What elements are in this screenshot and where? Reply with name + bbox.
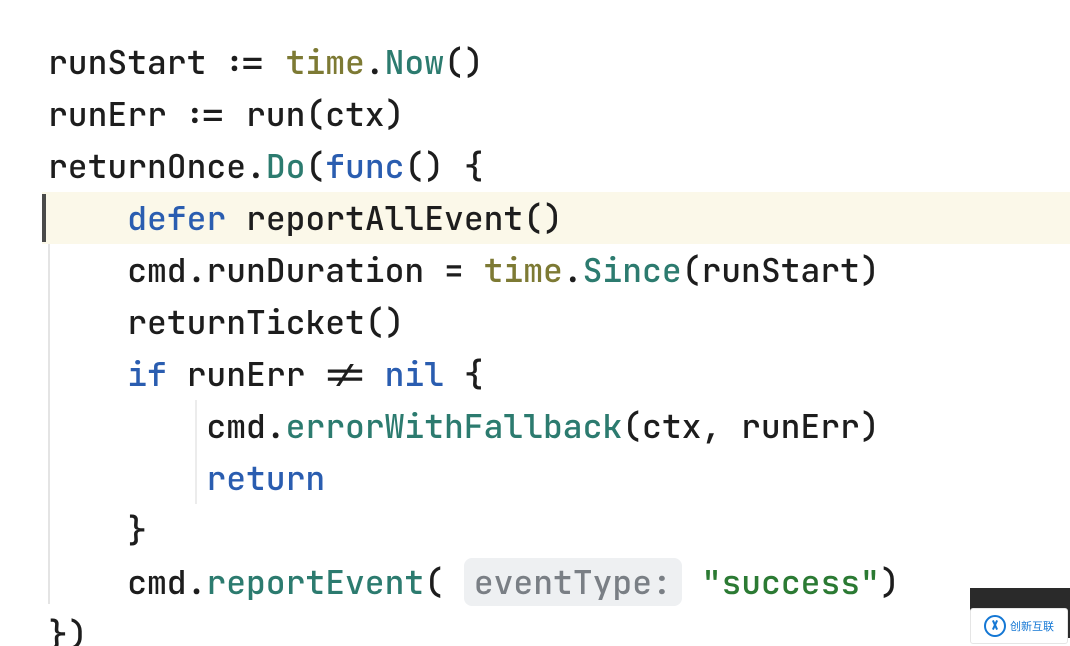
code-indent — [48, 248, 127, 292]
code-indent — [48, 560, 127, 604]
watermark-text: 创新互联 — [1010, 618, 1054, 634]
code-indent — [48, 404, 206, 448]
code-indent — [48, 196, 127, 240]
code-token: . — [563, 248, 583, 292]
code-token-package: time — [484, 248, 563, 292]
code-token-keyword: nil — [385, 352, 444, 396]
code-token: () — [444, 40, 484, 84]
code-token-keyword: if — [127, 352, 167, 396]
code-indent — [48, 456, 206, 500]
code-token-func: reportEvent — [206, 560, 424, 604]
code-token: () { — [404, 144, 483, 188]
code-token-keyword: defer — [127, 196, 226, 240]
code-token: cmd. — [206, 404, 285, 448]
code-token-func: Since — [583, 248, 682, 292]
code-token — [682, 560, 702, 604]
code-token-keyword: return — [206, 456, 325, 500]
code-token-string: "success" — [702, 560, 880, 604]
watermark-badge: 创新互联 — [970, 608, 1068, 644]
code-token: . — [365, 40, 385, 84]
code-token: { — [444, 352, 484, 396]
code-token-func: Do — [266, 144, 306, 188]
code-token: ( — [424, 560, 464, 604]
code-token: reportAllEvent() — [226, 196, 563, 240]
code-token: runErr := run(ctx) — [48, 92, 404, 136]
code-token: cmd.runDuration = — [127, 248, 483, 292]
code-token: runStart := — [48, 40, 286, 84]
code-token-keyword: func — [325, 144, 404, 188]
code-token: returnOnce. — [48, 144, 266, 188]
code-token: cmd. — [127, 560, 206, 604]
code-token: runErr != — [167, 352, 385, 396]
code-indent — [48, 352, 127, 396]
code-indent — [48, 300, 127, 344]
code-token: ) — [880, 560, 900, 604]
code-token-func: errorWithFallback — [286, 404, 623, 448]
code-indent — [48, 508, 127, 552]
parameter-hint: eventType: — [464, 558, 682, 606]
code-token: (runStart) — [682, 248, 880, 292]
code-token-package: time — [286, 40, 365, 84]
code-token: } — [127, 508, 147, 552]
code-block: runStart := time.Now() runErr := run(ctx… — [48, 36, 900, 646]
code-token: (ctx, runErr) — [622, 404, 879, 448]
code-token: returnTicket() — [127, 300, 404, 344]
watermark-logo-icon — [984, 615, 1006, 637]
code-editor-viewport: runStart := time.Now() runErr := run(ctx… — [0, 0, 1070, 646]
code-token: ( — [305, 144, 325, 188]
code-token: }) — [48, 612, 88, 646]
code-token-func: Now — [385, 40, 444, 84]
